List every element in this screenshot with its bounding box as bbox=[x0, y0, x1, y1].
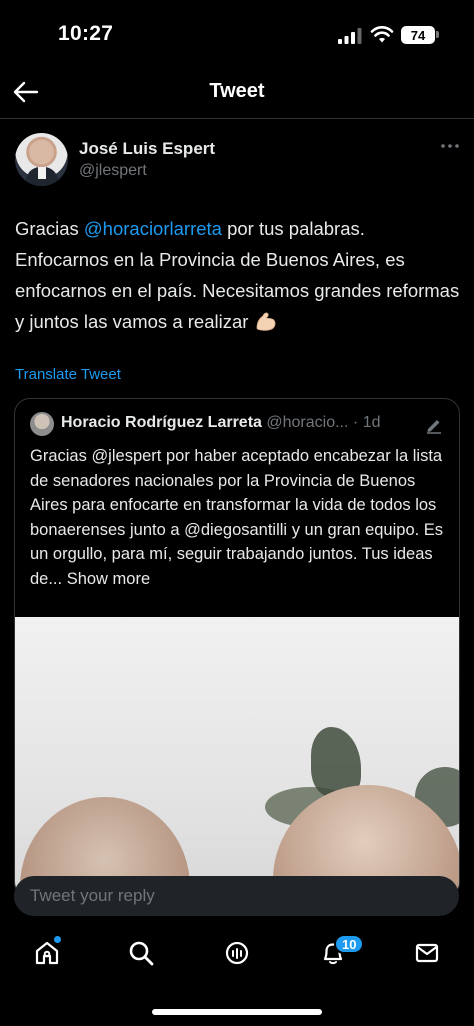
quote-header: Horacio Rodríguez Larreta @horacio... · … bbox=[61, 414, 381, 431]
more-options-icon[interactable] bbox=[439, 135, 461, 157]
battery-tip bbox=[436, 31, 439, 38]
edited-pencil-icon bbox=[427, 420, 441, 434]
home-indicator bbox=[152, 1009, 322, 1015]
translate-tweet-link[interactable]: Translate Tweet bbox=[15, 366, 121, 383]
home-icon bbox=[35, 941, 59, 965]
mention-link[interactable]: @horaciorlarreta bbox=[84, 218, 222, 239]
notifications-badge: 10 bbox=[334, 934, 365, 954]
tab-messages[interactable] bbox=[412, 938, 442, 968]
tweet-text: Gracias @horaciorlarreta por tus palabra… bbox=[15, 213, 463, 337]
home-new-dot bbox=[54, 936, 61, 943]
tweet-author: José Luis Espert @jlespert bbox=[15, 133, 460, 189]
status-bar: 10:27 74 bbox=[0, 0, 474, 66]
quote-text: Gracias @jlespert por haber aceptado enc… bbox=[30, 444, 450, 591]
quote-timestamp: 1d bbox=[362, 414, 381, 431]
quote-photo[interactable] bbox=[15, 617, 459, 897]
quote-author-handle: @horacio... bbox=[266, 414, 349, 431]
author-name[interactable]: José Luis Espert bbox=[79, 139, 215, 159]
header-divider bbox=[0, 118, 474, 119]
tab-home[interactable] bbox=[32, 936, 62, 968]
flexed-biceps-icon bbox=[256, 312, 275, 331]
spaces-icon bbox=[225, 941, 249, 965]
bottom-tab-bar: 10 bbox=[0, 928, 474, 988]
quote-mention: @diegosantilli bbox=[184, 520, 288, 539]
status-time: 10:27 bbox=[58, 22, 114, 45]
tweet-text-part: Gracias bbox=[15, 218, 84, 239]
author-handle[interactable]: @jlespert bbox=[79, 162, 147, 180]
wifi-icon bbox=[370, 26, 394, 43]
tab-search[interactable] bbox=[126, 938, 156, 968]
quote-mention: @jlespert bbox=[91, 447, 162, 465]
reply-input[interactable] bbox=[14, 876, 459, 916]
quote-text-part: Gracias bbox=[30, 447, 92, 465]
search-icon bbox=[129, 941, 154, 966]
quote-author-name: Horacio Rodríguez Larreta bbox=[61, 414, 262, 431]
tab-spaces[interactable] bbox=[222, 938, 252, 968]
battery-indicator: 74 bbox=[401, 26, 435, 44]
cellular-signal-icon bbox=[338, 28, 362, 44]
show-more-link[interactable]: Show more bbox=[67, 570, 150, 588]
quoted-tweet[interactable]: Horacio Rodríguez Larreta @horacio... · … bbox=[14, 398, 460, 898]
nav-bar: Tweet bbox=[0, 66, 474, 118]
quote-author-avatar bbox=[30, 412, 54, 436]
author-avatar[interactable] bbox=[15, 133, 68, 186]
page-title: Tweet bbox=[209, 80, 265, 102]
mail-icon bbox=[415, 943, 439, 963]
